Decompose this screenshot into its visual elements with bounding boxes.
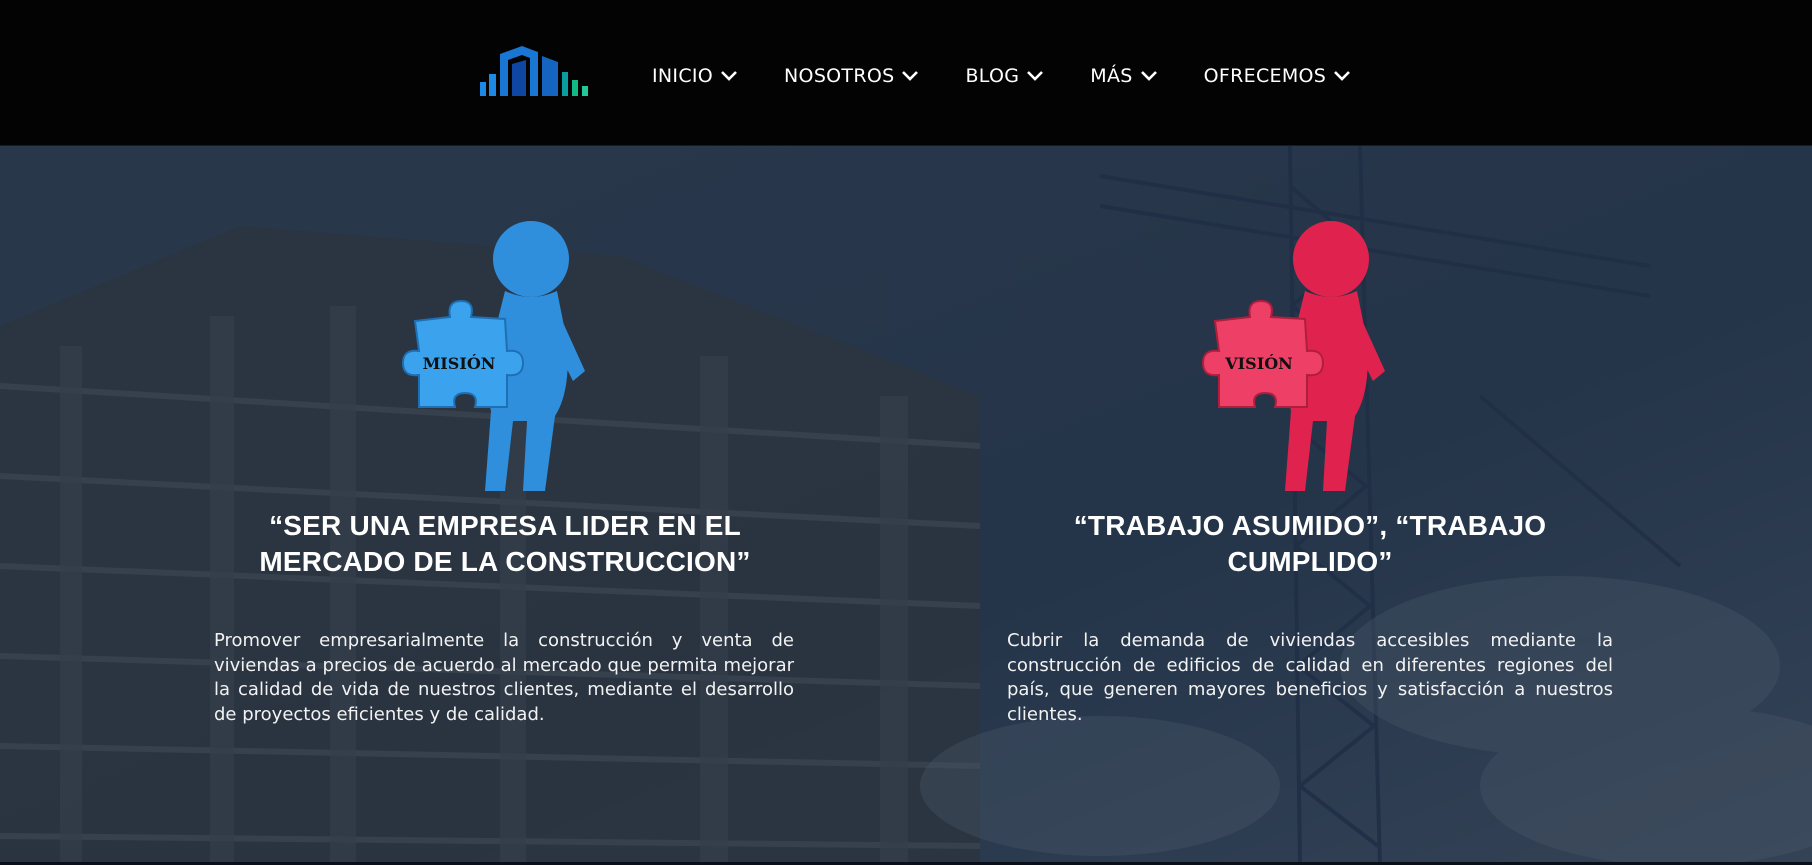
nav-label: INICIO <box>652 65 714 87</box>
mission-text: Promover empresarialmente la construcció… <box>214 630 794 725</box>
main-nav: INICIO NOSOTROS BLOG MÁS OFRECEMOS <box>652 56 1397 96</box>
nav-label: OFRECEMOS <box>1203 65 1327 87</box>
vision-figure-image: VISIÓN <box>1201 221 1385 491</box>
nav-label: BLOG <box>965 65 1020 87</box>
nav-label: NOSOTROS <box>784 65 895 87</box>
nav-label: MÁS <box>1090 65 1133 87</box>
nav-item-blog[interactable]: BLOG <box>965 65 1045 87</box>
vision-puzzle-label: VISIÓN <box>1224 353 1293 373</box>
vision-heading: “TRABAJO ASUMIDO”, “TRABAJO CUMPLIDO” <box>1073 510 1547 577</box>
mission-vision-section: MISIÓN “SER UNA EMPRESA LIDER EN EL MERC… <box>0 146 1812 865</box>
company-logo[interactable] <box>478 42 600 100</box>
mission-heading: “SER UNA EMPRESA LIDER EN EL MERCADO DE … <box>259 510 751 577</box>
background-overlay <box>0 146 1812 865</box>
chevron-down-icon <box>1140 71 1157 81</box>
mission-figure-image: MISIÓN <box>401 221 585 491</box>
chevron-down-icon <box>1027 71 1044 81</box>
nav-item-nosotros[interactable]: NOSOTROS <box>784 65 920 87</box>
mission-puzzle-label: MISIÓN <box>423 353 496 373</box>
vision-text: Cubrir la demanda de viviendas accesible… <box>1007 630 1613 725</box>
chevron-down-icon <box>1334 71 1351 81</box>
nav-item-mas[interactable]: MÁS <box>1090 65 1158 87</box>
chevron-down-icon <box>721 71 737 81</box>
nav-item-ofrecemos[interactable]: OFRECEMOS <box>1204 65 1352 87</box>
nav-item-inicio[interactable]: INICIO <box>652 65 739 87</box>
chevron-down-icon <box>902 71 919 81</box>
site-header: INICIO NOSOTROS BLOG MÁS OFRECEMOS <box>0 0 1812 146</box>
